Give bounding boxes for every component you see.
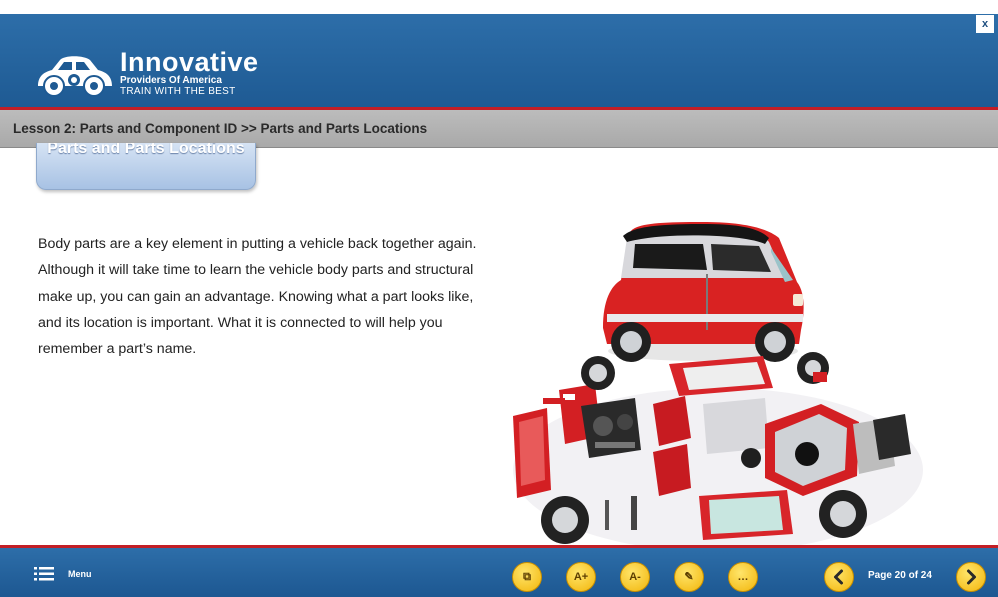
menu-button[interactable]: Menu xyxy=(34,567,92,581)
top-strip xyxy=(0,0,998,14)
chevron-left-icon xyxy=(834,569,843,585)
hamburger-menu-icon xyxy=(34,567,54,581)
brand-name: Innovative xyxy=(120,47,259,77)
previous-page-button[interactable] xyxy=(824,562,854,592)
font-decrease-icon: A- xyxy=(629,571,641,583)
copy-icon: ⧉ xyxy=(523,571,531,583)
copy-button[interactable]: ⧉ xyxy=(512,562,542,592)
section-tab: Parts and Parts Locations xyxy=(36,143,256,190)
chat-icon: … xyxy=(737,571,749,583)
header-bar: Innovative Providers Of America TRAIN WI… xyxy=(0,14,998,110)
footer-bar: Menu ⧉ A+ A- ✎ … Page 20 of 24 xyxy=(0,545,998,597)
car-logo-icon xyxy=(38,56,112,97)
section-title: Parts and Parts Locations xyxy=(47,143,245,157)
next-page-button[interactable] xyxy=(956,562,986,592)
breadcrumb-text: Lesson 2: Parts and Component ID >> Part… xyxy=(13,121,428,136)
logo-text: Innovative Providers Of America TRAIN WI… xyxy=(120,47,259,98)
notes-button[interactable]: ✎ xyxy=(674,562,704,592)
close-button[interactable]: x xyxy=(976,15,994,33)
lesson-body-text: Body parts are a key element in putting … xyxy=(38,236,477,358)
menu-label: Menu xyxy=(68,569,92,579)
chevron-right-icon xyxy=(967,569,976,585)
page-indicator: Page 20 of 24 xyxy=(868,570,932,581)
notes-icon: ✎ xyxy=(684,571,694,583)
chat-button[interactable]: … xyxy=(728,562,758,592)
font-decrease-button[interactable]: A- xyxy=(620,562,650,592)
brand-slogan: TRAIN WITH THE BEST xyxy=(120,86,236,97)
logo: Innovative Providers Of America TRAIN WI… xyxy=(32,46,259,100)
font-increase-icon: A+ xyxy=(573,571,589,583)
font-increase-button[interactable]: A+ xyxy=(566,562,596,592)
lesson-window: Innovative Providers Of America TRAIN WI… xyxy=(0,0,998,597)
exploded-car-illustration xyxy=(513,222,923,548)
